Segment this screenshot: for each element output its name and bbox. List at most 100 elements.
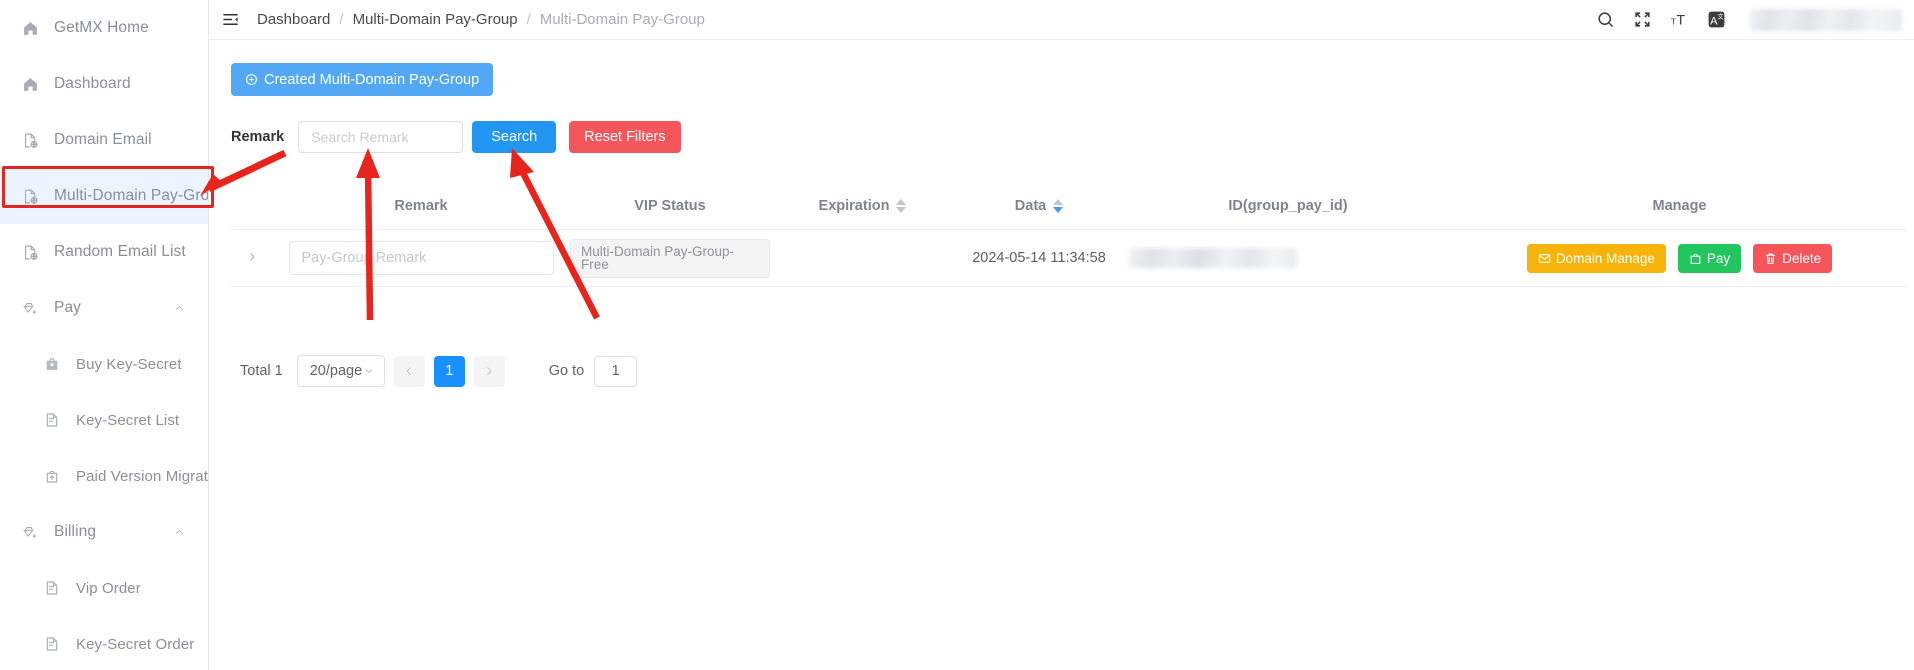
diamond-plus-icon — [20, 522, 40, 542]
sidebar-item-paid-version-migration[interactable]: Paid Version Migration — [0, 448, 208, 504]
pay-button[interactable]: Pay — [1677, 243, 1742, 273]
row-expand-cell — [231, 250, 272, 267]
svg-text:文: 文 — [1717, 12, 1724, 21]
pay-label: Pay — [1706, 250, 1731, 266]
list-doc-icon — [42, 578, 62, 598]
user-name-redacted[interactable] — [1750, 8, 1902, 31]
list-doc-icon — [42, 410, 62, 430]
breadcrumb-separator: / — [526, 11, 531, 28]
breadcrumb: Dashboard / Multi-Domain Pay-Group / Mul… — [257, 11, 705, 28]
th-expiration: Expiration — [770, 198, 955, 214]
font-size-icon[interactable]: T T — [1670, 10, 1689, 29]
sidebar-group-pay[interactable]: Pay — [0, 280, 208, 336]
sidebar-item-label: GetMX Home — [54, 19, 149, 37]
sidebar-item-dashboard[interactable]: Dashboard — [0, 56, 208, 112]
th-id: ID(group_pay_id) — [1228, 198, 1348, 214]
upload-bag-icon — [42, 466, 62, 486]
pagination: Total 1 20/page 1 Go to — [240, 355, 638, 387]
table-header-row: Remark VIP Status Expiration Data ID(gro… — [231, 183, 1906, 230]
svg-text:T: T — [1676, 12, 1685, 28]
table-row: Multi-Domain Pay-Group-Free 2024-05-14 1… — [231, 230, 1906, 287]
row-data-cell: 2024-05-14 11:34:58 — [955, 250, 1123, 266]
prev-page-button[interactable] — [393, 355, 425, 387]
sidebar-item-key-secret-order[interactable]: Key-Secret Order — [0, 616, 208, 670]
sidebar-item-label: Pay — [54, 299, 82, 317]
sidebar-item-key-secret-list[interactable]: Key-Secret List — [0, 392, 208, 448]
bag-icon — [42, 354, 62, 374]
domain-doc-icon — [20, 186, 40, 206]
sidebar-item-label: Dashboard — [54, 75, 131, 93]
sidebar-item-label: Key-Secret List — [76, 411, 180, 429]
create-button-label: Created Multi-Domain Pay-Group — [264, 71, 480, 88]
translate-icon[interactable]: A 文 — [1707, 10, 1726, 29]
sidebar-item-vip-order[interactable]: Vip Order — [0, 560, 208, 616]
th-manage: Manage — [1652, 198, 1707, 214]
sidebar-item-domain-email[interactable]: Domain Email — [0, 112, 208, 168]
domain-doc-icon — [20, 130, 40, 150]
trash-icon — [1764, 252, 1777, 265]
sidebar-item-label: Vip Order — [76, 579, 141, 597]
filter-bar: Remark Search Reset Filters — [231, 121, 681, 153]
row-date-value: 2024-05-14 11:34:58 — [972, 250, 1106, 266]
list-doc-icon — [42, 634, 62, 654]
chevron-down-icon — [363, 365, 375, 377]
sidebar-item-buy-key-secret[interactable]: Buy Key-Secret — [0, 336, 208, 392]
total-count-label: Total 1 — [240, 363, 283, 379]
breadcrumb-item-multi-domain-pay-group[interactable]: Multi-Domain Pay-Group — [353, 11, 518, 28]
bag-icon — [1689, 252, 1702, 265]
delete-label: Delete — [1782, 250, 1822, 266]
remark-filter-label: Remark — [231, 129, 285, 145]
chevron-left-icon — [403, 365, 415, 377]
th-data-label: Data — [1014, 198, 1047, 214]
home-icon — [20, 18, 40, 38]
sidebar-item-label: Billing — [54, 523, 97, 541]
status-badge: Multi-Domain Pay-Group-Free — [570, 238, 770, 278]
breadcrumb-item-dashboard[interactable]: Dashboard — [257, 11, 330, 28]
remark-search-input[interactable] — [298, 121, 464, 153]
page-size-label: 20/page — [309, 363, 363, 379]
next-page-button[interactable] — [473, 355, 505, 387]
chevron-right-icon[interactable] — [246, 250, 258, 267]
sidebar: GetMX Home Dashboard Domain Email Multi-… — [0, 0, 209, 670]
delete-button[interactable]: Delete — [1753, 243, 1833, 273]
top-bar: Dashboard / Multi-Domain Pay-Group / Mul… — [209, 0, 1914, 40]
sidebar-item-label: Buy Key-Secret — [76, 355, 182, 373]
sidebar-item-getmx-home[interactable]: GetMX Home — [0, 0, 208, 56]
row-manage-cell: Domain Manage Pay Delete — [1453, 243, 1906, 273]
sidebar-item-label: Random Email List — [54, 243, 186, 261]
goto-label: Go to — [548, 363, 585, 379]
row-remark-input[interactable] — [288, 241, 554, 275]
data-sorter[interactable] — [1053, 199, 1064, 213]
domain-manage-label: Domain Manage — [1555, 250, 1655, 266]
domain-manage-button[interactable]: Domain Manage — [1526, 243, 1666, 273]
row-id-cell — [1123, 248, 1453, 268]
page-size-select[interactable]: 20/page — [296, 355, 385, 387]
sidebar-item-label: Domain Email — [54, 131, 152, 149]
th-expiration-label: Expiration — [818, 198, 890, 214]
goto-page-input[interactable] — [594, 355, 638, 387]
search-button[interactable]: Search — [472, 121, 557, 153]
fullscreen-icon[interactable] — [1633, 10, 1652, 29]
page-number-1[interactable]: 1 — [433, 355, 465, 387]
th-vip-status: VIP Status — [634, 198, 706, 214]
breadcrumb-separator: / — [339, 11, 344, 28]
sidebar-item-multi-domain-pay-group[interactable]: Multi-Domain Pay-Group — [0, 168, 208, 224]
pay-group-table: Remark VIP Status Expiration Data ID(gro… — [231, 183, 1906, 287]
th-remark: Remark — [394, 198, 448, 214]
chevron-right-icon — [483, 365, 495, 377]
breadcrumb-item-current: Multi-Domain Pay-Group — [539, 11, 705, 28]
top-bar-actions: T T A 文 — [1596, 8, 1914, 31]
chevron-up-icon[interactable] — [173, 302, 186, 315]
sidebar-item-label: Multi-Domain Pay-Group — [54, 187, 209, 205]
expiration-sorter[interactable] — [896, 199, 907, 213]
reset-filters-button[interactable]: Reset Filters — [569, 121, 681, 153]
create-multi-domain-pay-group-button[interactable]: Created Multi-Domain Pay-Group — [231, 63, 494, 96]
sidebar-item-random-email-list[interactable]: Random Email List — [0, 224, 208, 280]
chevron-up-icon[interactable] — [173, 526, 186, 539]
home-icon — [20, 74, 40, 94]
sidebar-group-billing[interactable]: Billing — [0, 504, 208, 560]
hamburger-collapse-icon[interactable] — [209, 10, 251, 29]
group-pay-id-redacted — [1129, 248, 1297, 268]
row-vip-status-cell: Multi-Domain Pay-Group-Free — [570, 238, 770, 278]
search-icon[interactable] — [1596, 10, 1615, 29]
